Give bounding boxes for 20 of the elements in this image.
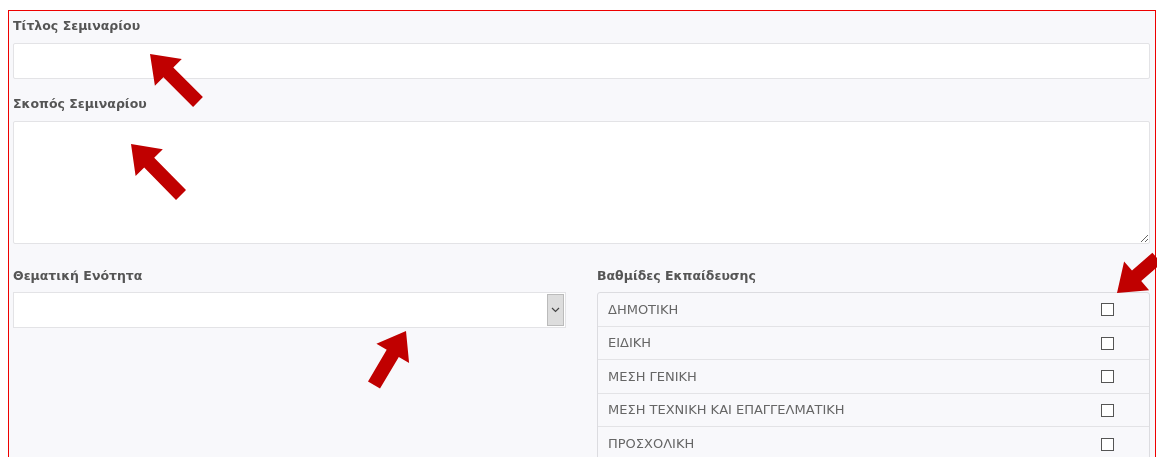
- annotation-arrow: [131, 144, 186, 200]
- title-input[interactable]: [13, 42, 1150, 79]
- checkbox[interactable]: [1101, 437, 1114, 451]
- annotation-arrow: [368, 331, 410, 389]
- checkbox[interactable]: [1101, 303, 1114, 316]
- field-label: Σκοπός Σεμιναρίου: [13, 94, 148, 113]
- checkbox[interactable]: [1101, 370, 1114, 383]
- field-label: Θεματική Ενότητα: [13, 266, 144, 285]
- option-label: ΕΙΔΙΚΗ: [608, 334, 652, 353]
- field-label: Βαθμίδες Εκπαίδευσης: [597, 266, 757, 285]
- option-label: ΠΡΟΣΧΟΛΙΚΗ: [608, 435, 695, 454]
- field-label: Τίτλος Σεμιναρίου: [13, 17, 142, 35]
- option-label: ΔΗΜΟΤΙΚΗ: [608, 300, 679, 319]
- option-label: ΜΕΣΗ ΓΕΝΙΚΗ: [608, 367, 697, 386]
- chevron-down-icon: [551, 307, 560, 314]
- checkbox[interactable]: [1101, 336, 1114, 350]
- checkbox[interactable]: [1101, 403, 1114, 417]
- annotation-arrow: [150, 54, 203, 107]
- option-label: ΜΕΣΗ ΤΕΧΝΙΚΗ ΚΑΙ ΕΠΑΓΓΕΛΜΑΤΙΚΗ: [608, 401, 845, 420]
- annotation-arrow: [1117, 252, 1157, 293]
